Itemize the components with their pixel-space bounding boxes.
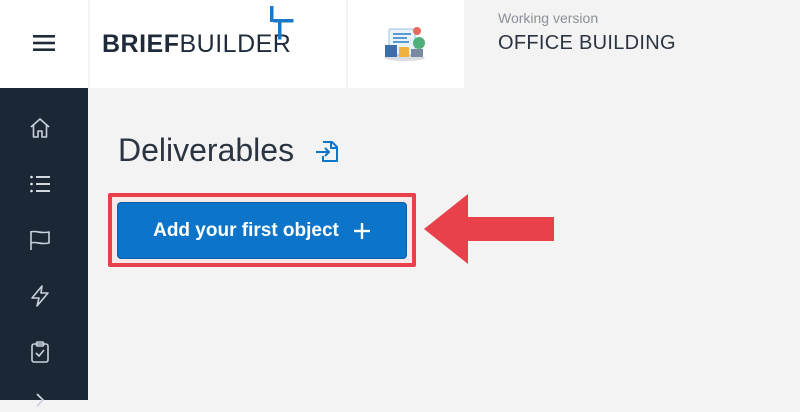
project-name[interactable]: OFFICE BUILDING xyxy=(498,32,676,55)
logo-text-brief: BRIEF xyxy=(102,29,180,58)
version-info: Working version OFFICE BUILDING xyxy=(498,10,676,55)
top-header: BRIEF BUILDER Working version OFFICE BUIL… xyxy=(0,0,800,88)
sidebar-nav xyxy=(0,88,88,407)
menu-cell xyxy=(0,0,88,88)
logo-cell: BRIEF BUILDER xyxy=(90,0,346,88)
page-title-row: Deliverables xyxy=(118,132,340,169)
clipboard-check-icon[interactable] xyxy=(28,340,52,364)
page-title: Deliverables xyxy=(118,132,295,168)
lightning-icon[interactable] xyxy=(28,284,52,308)
add-button-label: Add your first object xyxy=(153,219,339,241)
working-version-label: Working version xyxy=(498,10,599,26)
flag-icon[interactable] xyxy=(28,228,52,252)
plus-icon xyxy=(353,222,370,239)
home-icon[interactable] xyxy=(28,116,52,140)
chevron-right-icon[interactable] xyxy=(28,388,52,412)
pointer-arrow-icon xyxy=(424,194,554,264)
project-thumbnail-icon[interactable] xyxy=(381,23,429,63)
hamburger-menu-icon[interactable] xyxy=(32,31,56,55)
briefbuilder-logo[interactable]: BRIEF BUILDER xyxy=(102,6,294,60)
import-icon[interactable] xyxy=(314,138,340,164)
list-icon[interactable] xyxy=(28,172,52,196)
add-first-object-button[interactable]: Add your first object xyxy=(117,202,407,259)
logo-crosshair-icon xyxy=(270,6,294,40)
project-thumbnail-cell xyxy=(348,0,464,88)
